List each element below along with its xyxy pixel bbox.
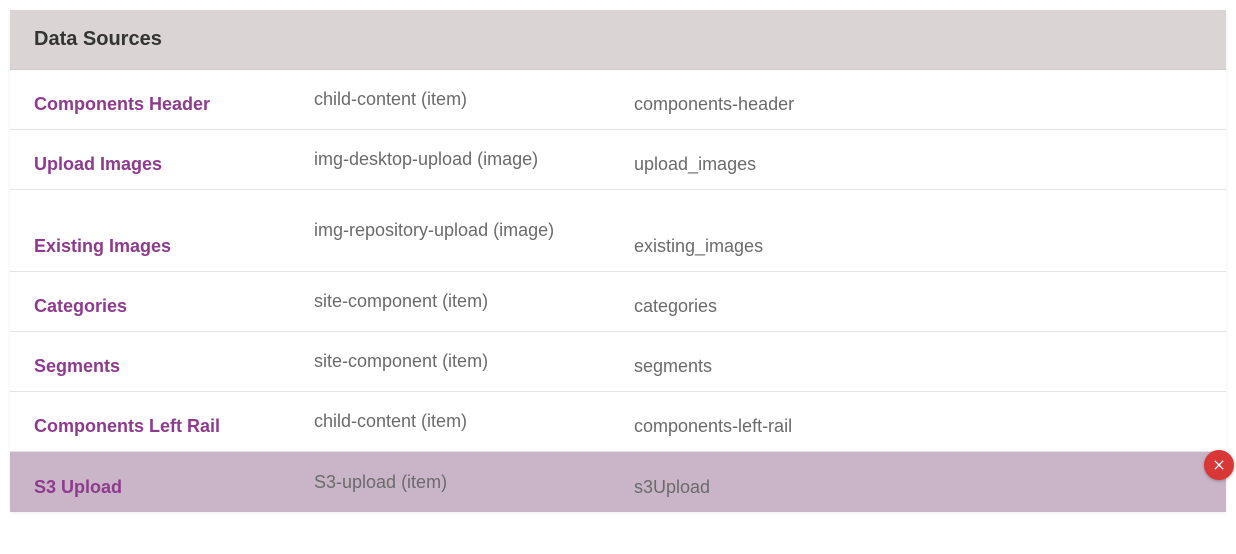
delete-button[interactable] (1204, 450, 1234, 480)
data-source-id: s3Upload (634, 477, 1202, 498)
table-row[interactable]: Components Left Railchild-content (item)… (10, 392, 1226, 452)
table-row[interactable]: Segmentssite-component (item)segments (10, 332, 1226, 392)
data-source-type: child-content (item) (314, 87, 634, 111)
panel-title: Data Sources (34, 28, 1202, 51)
data-source-id: categories (634, 296, 1202, 317)
data-source-name[interactable]: Upload Images (34, 154, 314, 175)
data-source-type: site-component (item) (314, 349, 634, 373)
table-row[interactable]: Categoriessite-component (item)categorie… (10, 272, 1226, 332)
data-source-type: img-repository-upload (image) (314, 218, 634, 242)
data-source-type: S3-upload (item) (314, 470, 634, 494)
data-source-name[interactable]: Components Left Rail (34, 416, 314, 437)
table-row[interactable]: Upload Imagesimg-desktop-upload (image)u… (10, 130, 1226, 190)
data-source-id: components-left-rail (634, 416, 1202, 437)
table-row[interactable]: S3 UploadS3-upload (item)s3Upload (10, 452, 1226, 512)
data-source-type: site-component (item) (314, 289, 634, 313)
data-source-type: child-content (item) (314, 409, 634, 433)
table-row[interactable]: Components Headerchild-content (item)com… (10, 70, 1226, 130)
data-source-id: upload_images (634, 154, 1202, 175)
data-source-id: existing_images (634, 236, 1202, 257)
data-source-name[interactable]: Segments (34, 356, 314, 377)
data-source-type: img-desktop-upload (image) (314, 147, 634, 171)
data-source-name[interactable]: Components Header (34, 94, 314, 115)
data-source-name[interactable]: Existing Images (34, 236, 314, 257)
data-source-name[interactable]: Categories (34, 296, 314, 317)
close-icon (1211, 457, 1227, 473)
data-source-id: components-header (634, 94, 1202, 115)
data-sources-panel: Data Sources Components Headerchild-cont… (10, 10, 1226, 512)
data-source-name[interactable]: S3 Upload (34, 477, 314, 498)
data-source-id: segments (634, 356, 1202, 377)
panel-header: Data Sources (10, 10, 1226, 70)
table-row[interactable]: Existing Imagesimg-repository-upload (im… (10, 190, 1226, 272)
data-sources-table: Components Headerchild-content (item)com… (10, 70, 1226, 512)
